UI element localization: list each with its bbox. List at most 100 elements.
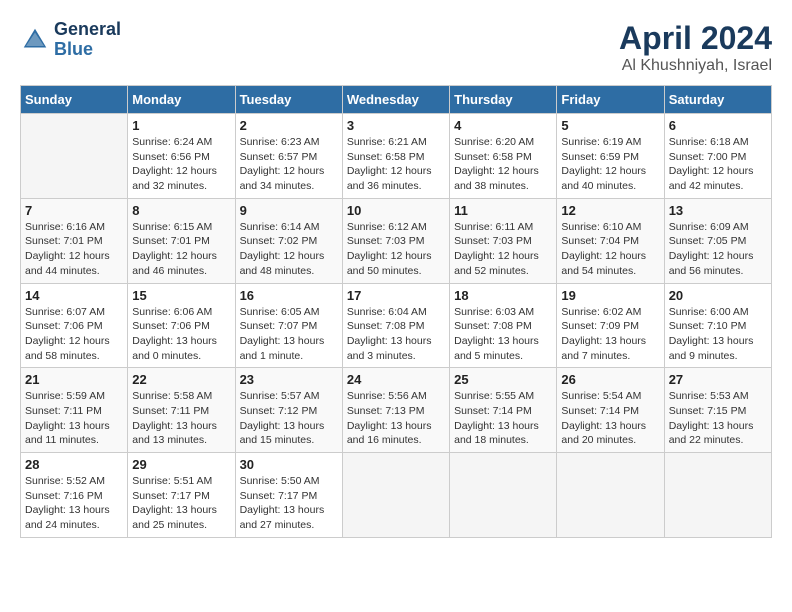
day-info: Sunrise: 6:04 AM Sunset: 7:08 PM Dayligh…	[347, 305, 445, 364]
calendar-body: 1 Sunrise: 6:24 AM Sunset: 6:56 PM Daylig…	[21, 114, 772, 538]
day-info: Sunrise: 6:15 AM Sunset: 7:01 PM Dayligh…	[132, 220, 230, 279]
day-info: Sunrise: 6:00 AM Sunset: 7:10 PM Dayligh…	[669, 305, 767, 364]
calendar-cell: 23 Sunrise: 5:57 AM Sunset: 7:12 PM Dayli…	[235, 368, 342, 453]
day-info: Sunrise: 6:24 AM Sunset: 6:56 PM Dayligh…	[132, 135, 230, 194]
day-number: 12	[561, 203, 659, 218]
day-number: 1	[132, 118, 230, 133]
calendar-table: SundayMondayTuesdayWednesdayThursdayFrid…	[20, 85, 772, 538]
day-info: Sunrise: 5:52 AM Sunset: 7:16 PM Dayligh…	[25, 474, 123, 533]
calendar-cell	[664, 453, 771, 538]
day-info: Sunrise: 5:51 AM Sunset: 7:17 PM Dayligh…	[132, 474, 230, 533]
day-number: 30	[240, 457, 338, 472]
calendar-cell: 28 Sunrise: 5:52 AM Sunset: 7:16 PM Dayli…	[21, 453, 128, 538]
day-info: Sunrise: 6:09 AM Sunset: 7:05 PM Dayligh…	[669, 220, 767, 279]
calendar-cell: 6 Sunrise: 6:18 AM Sunset: 7:00 PM Daylig…	[664, 114, 771, 199]
calendar-cell: 14Sunrise: 6:07 AM Sunset: 7:06 PM Dayli…	[21, 283, 128, 368]
day-number: 29	[132, 457, 230, 472]
calendar-cell: 21 Sunrise: 5:59 AM Sunset: 7:11 PM Dayli…	[21, 368, 128, 453]
calendar-cell: 19 Sunrise: 6:02 AM Sunset: 7:09 PM Dayli…	[557, 283, 664, 368]
calendar-cell	[450, 453, 557, 538]
calendar-cell: 27 Sunrise: 5:53 AM Sunset: 7:15 PM Dayli…	[664, 368, 771, 453]
day-info: Sunrise: 6:23 AM Sunset: 6:57 PM Dayligh…	[240, 135, 338, 194]
day-number: 22	[132, 372, 230, 387]
day-number: 9	[240, 203, 338, 218]
day-number: 19	[561, 288, 659, 303]
day-info: Sunrise: 6:16 AM Sunset: 7:01 PM Dayligh…	[25, 220, 123, 279]
day-of-week-header: Tuesday	[235, 86, 342, 114]
calendar-cell: 8 Sunrise: 6:15 AM Sunset: 7:01 PM Daylig…	[128, 198, 235, 283]
day-of-week-header: Thursday	[450, 86, 557, 114]
logo-text: General Blue	[54, 20, 121, 60]
calendar-cell: 18Sunrise: 6:03 AM Sunset: 7:08 PM Dayli…	[450, 283, 557, 368]
title-block: April 2024 Al Khushniyah, Israel	[619, 20, 772, 75]
calendar-cell: 15Sunrise: 6:06 AM Sunset: 7:06 PM Dayli…	[128, 283, 235, 368]
day-number: 24	[347, 372, 445, 387]
day-info: Sunrise: 6:11 AM Sunset: 7:03 PM Dayligh…	[454, 220, 552, 279]
day-info: Sunrise: 6:07 AM Sunset: 7:06 PM Dayligh…	[25, 305, 123, 364]
day-number: 13	[669, 203, 767, 218]
day-number: 10	[347, 203, 445, 218]
day-number: 23	[240, 372, 338, 387]
day-info: Sunrise: 6:02 AM Sunset: 7:09 PM Dayligh…	[561, 305, 659, 364]
day-number: 16	[240, 288, 338, 303]
day-info: Sunrise: 5:50 AM Sunset: 7:17 PM Dayligh…	[240, 474, 338, 533]
day-number: 11	[454, 203, 552, 218]
day-info: Sunrise: 6:20 AM Sunset: 6:58 PM Dayligh…	[454, 135, 552, 194]
day-number: 20	[669, 288, 767, 303]
calendar-header: SundayMondayTuesdayWednesdayThursdayFrid…	[21, 86, 772, 114]
day-number: 21	[25, 372, 123, 387]
page-header: General Blue April 2024 Al Khushniyah, I…	[20, 20, 772, 75]
day-number: 17	[347, 288, 445, 303]
day-number: 3	[347, 118, 445, 133]
day-number: 15	[132, 288, 230, 303]
calendar-cell: 29 Sunrise: 5:51 AM Sunset: 7:17 PM Dayli…	[128, 453, 235, 538]
calendar-cell: 4 Sunrise: 6:20 AM Sunset: 6:58 PM Daylig…	[450, 114, 557, 199]
day-number: 4	[454, 118, 552, 133]
day-of-week-header: Friday	[557, 86, 664, 114]
calendar-cell	[21, 114, 128, 199]
day-number: 27	[669, 372, 767, 387]
calendar-cell: 2 Sunrise: 6:23 AM Sunset: 6:57 PM Daylig…	[235, 114, 342, 199]
logo-icon	[20, 25, 50, 55]
calendar-cell: 25Sunrise: 5:55 AM Sunset: 7:14 PM Dayli…	[450, 368, 557, 453]
calendar-title: April 2024	[619, 20, 772, 57]
logo: General Blue	[20, 20, 121, 60]
calendar-cell: 9Sunrise: 6:14 AM Sunset: 7:02 PM Daylig…	[235, 198, 342, 283]
calendar-cell: 24 Sunrise: 5:56 AM Sunset: 7:13 PM Dayli…	[342, 368, 449, 453]
day-info: Sunrise: 5:57 AM Sunset: 7:12 PM Dayligh…	[240, 389, 338, 448]
calendar-cell: 3Sunrise: 6:21 AM Sunset: 6:58 PM Daylig…	[342, 114, 449, 199]
calendar-cell	[342, 453, 449, 538]
day-info: Sunrise: 6:03 AM Sunset: 7:08 PM Dayligh…	[454, 305, 552, 364]
day-number: 8	[132, 203, 230, 218]
calendar-cell: 30 Sunrise: 5:50 AM Sunset: 7:17 PM Dayli…	[235, 453, 342, 538]
day-number: 28	[25, 457, 123, 472]
calendar-week-row: 28 Sunrise: 5:52 AM Sunset: 7:16 PM Dayli…	[21, 453, 772, 538]
calendar-cell: 1 Sunrise: 6:24 AM Sunset: 6:56 PM Daylig…	[128, 114, 235, 199]
day-number: 5	[561, 118, 659, 133]
day-info: Sunrise: 5:53 AM Sunset: 7:15 PM Dayligh…	[669, 389, 767, 448]
calendar-cell: 13 Sunrise: 6:09 AM Sunset: 7:05 PM Dayli…	[664, 198, 771, 283]
day-of-week-header: Monday	[128, 86, 235, 114]
calendar-cell: 22Sunrise: 5:58 AM Sunset: 7:11 PM Dayli…	[128, 368, 235, 453]
day-number: 26	[561, 372, 659, 387]
day-number: 2	[240, 118, 338, 133]
day-info: Sunrise: 5:56 AM Sunset: 7:13 PM Dayligh…	[347, 389, 445, 448]
calendar-week-row: 1 Sunrise: 6:24 AM Sunset: 6:56 PM Daylig…	[21, 114, 772, 199]
day-number: 6	[669, 118, 767, 133]
day-info: Sunrise: 5:59 AM Sunset: 7:11 PM Dayligh…	[25, 389, 123, 448]
calendar-cell: 12 Sunrise: 6:10 AM Sunset: 7:04 PM Dayli…	[557, 198, 664, 283]
day-of-week-header: Wednesday	[342, 86, 449, 114]
day-of-week-header: Sunday	[21, 86, 128, 114]
day-info: Sunrise: 6:05 AM Sunset: 7:07 PM Dayligh…	[240, 305, 338, 364]
day-number: 25	[454, 372, 552, 387]
calendar-cell: 16 Sunrise: 6:05 AM Sunset: 7:07 PM Dayli…	[235, 283, 342, 368]
calendar-cell: 26Sunrise: 5:54 AM Sunset: 7:14 PM Dayli…	[557, 368, 664, 453]
day-info: Sunrise: 6:10 AM Sunset: 7:04 PM Dayligh…	[561, 220, 659, 279]
day-info: Sunrise: 6:18 AM Sunset: 7:00 PM Dayligh…	[669, 135, 767, 194]
calendar-cell: 11 Sunrise: 6:11 AM Sunset: 7:03 PM Dayli…	[450, 198, 557, 283]
day-info: Sunrise: 6:19 AM Sunset: 6:59 PM Dayligh…	[561, 135, 659, 194]
day-info: Sunrise: 6:12 AM Sunset: 7:03 PM Dayligh…	[347, 220, 445, 279]
calendar-cell	[557, 453, 664, 538]
calendar-week-row: 7Sunrise: 6:16 AM Sunset: 7:01 PM Daylig…	[21, 198, 772, 283]
calendar-cell: 7Sunrise: 6:16 AM Sunset: 7:01 PM Daylig…	[21, 198, 128, 283]
